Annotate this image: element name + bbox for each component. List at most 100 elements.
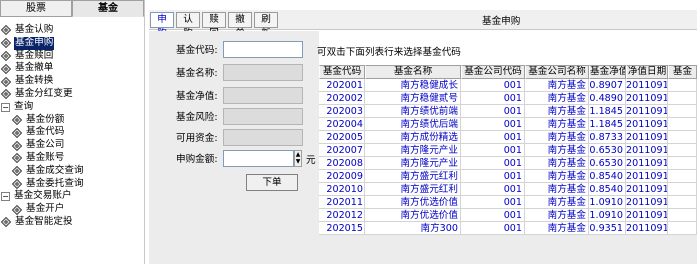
collapse-icon[interactable]: −	[1, 192, 10, 202]
table-row[interactable]: 202007南方隆元产业001南方基金0.653020110916	[319, 144, 697, 157]
fund-function-icon	[12, 127, 22, 138]
tree-item-label: 基金公司	[26, 139, 65, 151]
table-cell: 202012	[319, 209, 365, 222]
column-header[interactable]: 净值日期	[626, 65, 668, 79]
table-cell: 202010	[319, 183, 365, 196]
tree-item[interactable]: 基金赎回	[0, 50, 145, 63]
table-cell: 001	[461, 196, 525, 209]
tab-cancel-order-button[interactable]: 撤单	[228, 12, 252, 39]
amount-input[interactable]	[223, 150, 294, 167]
tree-item-label: 基金申购	[14, 36, 55, 50]
table-cell: 001	[461, 183, 525, 196]
table-cell: 南方基金	[525, 144, 589, 157]
tree-item[interactable]: − 基金交易账户	[0, 190, 145, 203]
fund-name-label: 基金名称:	[176, 68, 218, 79]
table-cell	[668, 222, 697, 235]
tree-item[interactable]: 基金撤单	[0, 62, 145, 75]
tree-item[interactable]: 基金转换	[0, 75, 145, 88]
stepper-down-icon[interactable]: ▼	[295, 158, 301, 165]
table-row[interactable]: 202001南方稳健成长001南方基金0.890720110916	[319, 79, 697, 92]
fund-code-input[interactable]	[223, 41, 303, 58]
table-cell: 001	[461, 209, 525, 222]
table-cell: 20110916	[626, 183, 668, 196]
table-row[interactable]: 202008南方隆元产业001南方基金0.653020110916	[319, 157, 697, 170]
table-cell	[668, 157, 697, 170]
fund-function-icon	[1, 89, 11, 100]
tree-item-label: 基金赎回	[15, 49, 54, 61]
tree-item[interactable]: − 查询	[0, 101, 145, 114]
tab-subscribe-button[interactable]: 申购	[150, 12, 174, 39]
table-cell: 1.0910	[589, 196, 626, 209]
table-cell: 001	[461, 118, 525, 131]
fund-function-icon	[1, 25, 11, 36]
panel-title: 基金申购	[482, 16, 521, 27]
table-cell: 20110916	[626, 118, 668, 131]
table-cell: 202011	[319, 196, 365, 209]
column-header[interactable]: 基金代码	[319, 65, 365, 79]
tree-item[interactable]: 基金委托查询	[0, 178, 145, 191]
fund-nav-label: 基金净值:	[176, 91, 218, 102]
table-row[interactable]: 202011南方优选价值001南方基金1.091020110916	[319, 196, 697, 209]
tree-item-label: 基金份额	[26, 113, 65, 125]
column-header[interactable]: 基金净值	[589, 65, 626, 79]
table-row[interactable]: 202012南方优选价值001南方基金1.091020110916	[319, 209, 697, 222]
table-cell: 南方基金	[525, 222, 589, 235]
tree-item[interactable]: 基金成交查询	[0, 165, 145, 178]
stepper-up-icon[interactable]: ▲	[295, 151, 301, 158]
amount-stepper[interactable]: ▲ ▼	[294, 150, 302, 167]
tree-item[interactable]: 基金份额	[0, 114, 145, 127]
left-tabs: 股票 基金	[0, 0, 145, 17]
table-row[interactable]: 202002南方稳健贰号001南方基金0.489020110916	[319, 92, 697, 105]
table-cell: 20110916	[626, 222, 668, 235]
table-cell: 南方基金	[525, 105, 589, 118]
tree-item[interactable]: 基金分红变更	[0, 88, 145, 101]
tree-item[interactable]: 基金智能定投	[0, 216, 145, 229]
table-cell: 南方基金	[525, 157, 589, 170]
table-row[interactable]: 202005南方成份精选001南方基金0.873320110916	[319, 131, 697, 144]
table-cell: 20110916	[626, 170, 668, 183]
tree-item[interactable]: 基金开户	[0, 203, 145, 216]
collapse-icon[interactable]: −	[1, 102, 10, 112]
table-cell: 南方基金	[525, 183, 589, 196]
table-row[interactable]: 202009南方盛元红利001南方基金0.854020110916	[319, 170, 697, 183]
table-cell: 1.1845	[589, 105, 626, 118]
table-row[interactable]: 202010南方盛元红利001南方基金0.854020110916	[319, 183, 697, 196]
main-area: 申购 认购 赎回 撤单 刷新 基金申购 基金代码: 基金名称: 基金净值: 基金…	[149, 10, 697, 264]
tree-item[interactable]: 基金账号	[0, 152, 145, 165]
table-row[interactable]: 202003南方绩优前端001南方基金1.184520110916	[319, 105, 697, 118]
tree-item[interactable]: 基金认购	[0, 24, 145, 37]
tree-item-label: 基金开户	[26, 203, 65, 215]
column-header[interactable]: 基金名称	[365, 65, 461, 79]
column-header[interactable]: 基金	[668, 65, 697, 79]
tree-item[interactable]: 基金申购	[0, 36, 145, 50]
table-row[interactable]: 202004南方绩优后端001南方基金1.184520110916	[319, 118, 697, 131]
tree-item-label: 基金账号	[26, 151, 65, 163]
tab-ipo-subscribe-button[interactable]: 认购	[176, 12, 200, 39]
place-order-button[interactable]: 下单	[246, 174, 298, 191]
table-cell	[668, 118, 697, 131]
table-row[interactable]: 202015南方300001南方基金0.935120110916	[319, 222, 697, 235]
table-cell: 20110916	[626, 131, 668, 144]
table-cell	[668, 131, 697, 144]
amount-label: 申购金额:	[176, 154, 218, 165]
available-funds-label: 可用资金:	[176, 133, 218, 144]
column-header[interactable]: 基金公司代码	[461, 65, 525, 79]
fund-function-tree: 基金认购 基金申购 基金赎回 基金撤单 基金转换 基金分红变更 − 查询 基金份额 基金代码 基金公…	[0, 24, 145, 229]
column-header[interactable]: 基金公司名称	[525, 65, 589, 79]
table-cell: 20110916	[626, 209, 668, 222]
tab-redeem-button[interactable]: 赎回	[202, 12, 226, 39]
tree-item[interactable]: 基金公司	[0, 139, 145, 152]
table-cell: 南方基金	[525, 170, 589, 183]
table-cell: 南方基金	[525, 118, 589, 131]
table-cell: 南方成份精选	[365, 131, 461, 144]
tree-item[interactable]: 基金代码	[0, 126, 145, 139]
tab-funds[interactable]: 基金	[72, 0, 144, 17]
refresh-button[interactable]: 刷新	[254, 12, 278, 39]
fund-list-grid[interactable]: 基金代码 基金名称 基金公司代码 基金公司名称 基金净值 净值日期 基金 202001 南方稳…	[319, 65, 697, 264]
table-cell: 20110916	[626, 92, 668, 105]
table-cell: 1.0910	[589, 209, 626, 222]
fund-function-icon	[12, 140, 22, 151]
fund-function-icon	[12, 153, 22, 164]
table-cell: 20110916	[626, 157, 668, 170]
tab-stocks[interactable]: 股票	[0, 0, 72, 17]
